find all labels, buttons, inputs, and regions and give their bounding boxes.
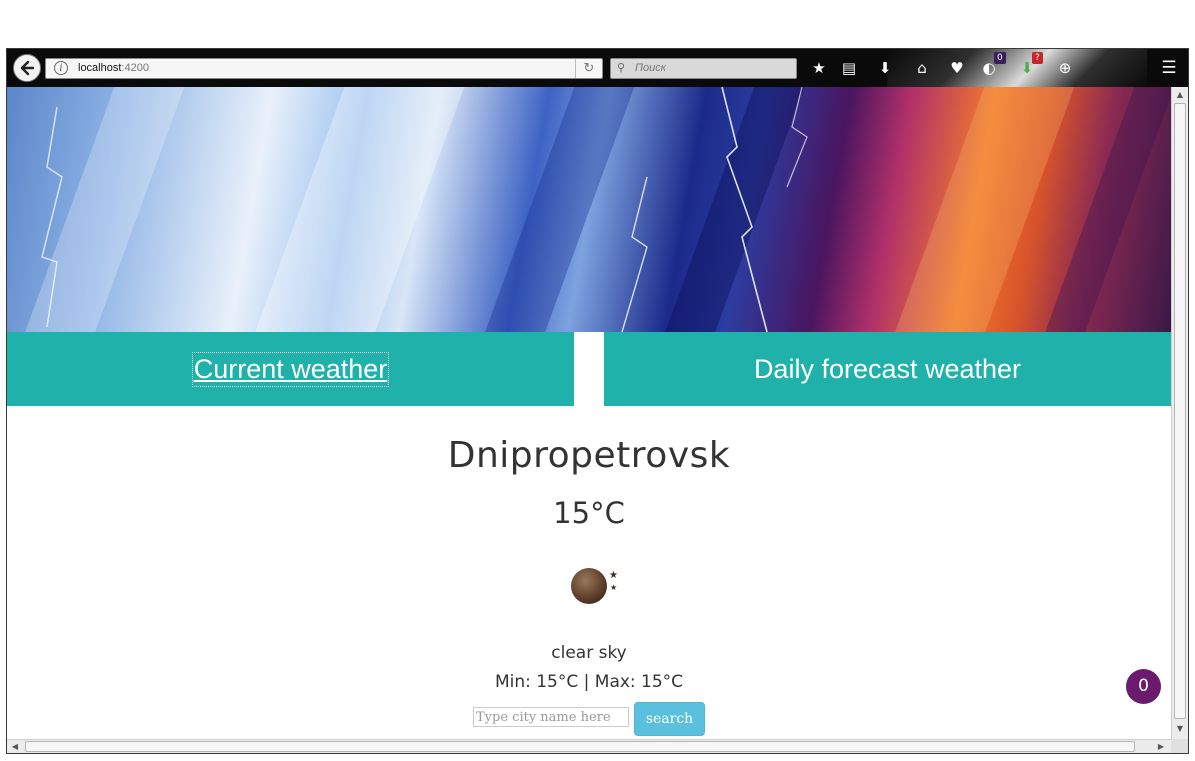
vertical-scroll-thumb[interactable]: [1174, 103, 1186, 719]
min-max-temperature: Min: 15°C | Max: 15°C: [494, 672, 684, 692]
scroll-up-arrow-icon[interactable]: ▲: [1172, 87, 1188, 103]
tab-current-weather-label: Current weather: [191, 351, 390, 387]
horizontal-scroll-thumb[interactable]: [25, 741, 1135, 752]
browser-search-placeholder: Поиск: [635, 62, 666, 74]
url-text: localhost:4200: [78, 62, 149, 74]
lightning-decoration: [41, 87, 808, 332]
pocket-icon[interactable]: ♥: [947, 58, 967, 78]
bookmark-star-icon[interactable]: ★: [809, 58, 829, 78]
city-search-input[interactable]: [473, 707, 629, 727]
vertical-scrollbar[interactable]: ▲ ▼: [1171, 87, 1188, 739]
page-content: Current weather Daily forecast weather D…: [7, 87, 1171, 739]
address-bar[interactable]: i localhost:4200 ↻: [45, 58, 603, 79]
weather-description: clear sky: [551, 643, 627, 663]
browser-toolbar: i localhost:4200 ↻ ⚲ Поиск ★ ▤ ⬇ ⌂ ♥ ◐ 0…: [7, 49, 1188, 88]
search-button[interactable]: search: [634, 702, 705, 736]
svg-text:★: ★: [609, 570, 618, 581]
download-badge: ?: [1032, 52, 1043, 64]
tab-current-weather[interactable]: Current weather: [7, 332, 574, 406]
scroll-left-arrow-icon[interactable]: ◀: [7, 740, 23, 753]
search-icon: ⚲: [617, 61, 626, 74]
browser-search-bar[interactable]: ⚲ Поиск: [610, 58, 797, 79]
back-arrow-icon: [20, 60, 35, 76]
reload-icon[interactable]: ↻: [575, 59, 602, 78]
extension-badge: 0: [994, 52, 1006, 64]
home-icon[interactable]: ⌂: [912, 58, 932, 78]
globe-icon[interactable]: ⊕: [1055, 58, 1075, 78]
tab-daily-forecast-label: Daily forecast weather: [753, 353, 1022, 384]
weather-tabs: Current weather Daily forecast weather: [7, 332, 1171, 406]
menu-icon[interactable]: ☰: [1159, 58, 1179, 78]
back-button[interactable]: [13, 54, 41, 82]
floating-counter-button[interactable]: 0: [1126, 669, 1161, 704]
browser-window: i localhost:4200 ↻ ⚲ Поиск ★ ▤ ⬇ ⌂ ♥ ◐ 0…: [6, 48, 1189, 754]
site-info-icon[interactable]: i: [54, 61, 68, 75]
city-name: Dnipropetrovsk: [447, 435, 731, 476]
scrollbar-corner: [1171, 739, 1188, 753]
clear-sky-night-icon: ★ ★: [568, 565, 620, 605]
tab-daily-forecast[interactable]: Daily forecast weather: [604, 332, 1171, 406]
current-temperature: 15°C: [553, 496, 625, 530]
scroll-right-arrow-icon[interactable]: ▶: [1153, 740, 1169, 753]
download-icon[interactable]: ⬇: [875, 58, 895, 78]
horizontal-scrollbar[interactable]: ◀ ▶: [7, 739, 1171, 753]
weather-banner: [7, 87, 1171, 332]
reading-list-icon[interactable]: ▤: [839, 58, 859, 78]
svg-text:★: ★: [610, 583, 617, 592]
scroll-down-arrow-icon[interactable]: ▼: [1172, 721, 1188, 737]
